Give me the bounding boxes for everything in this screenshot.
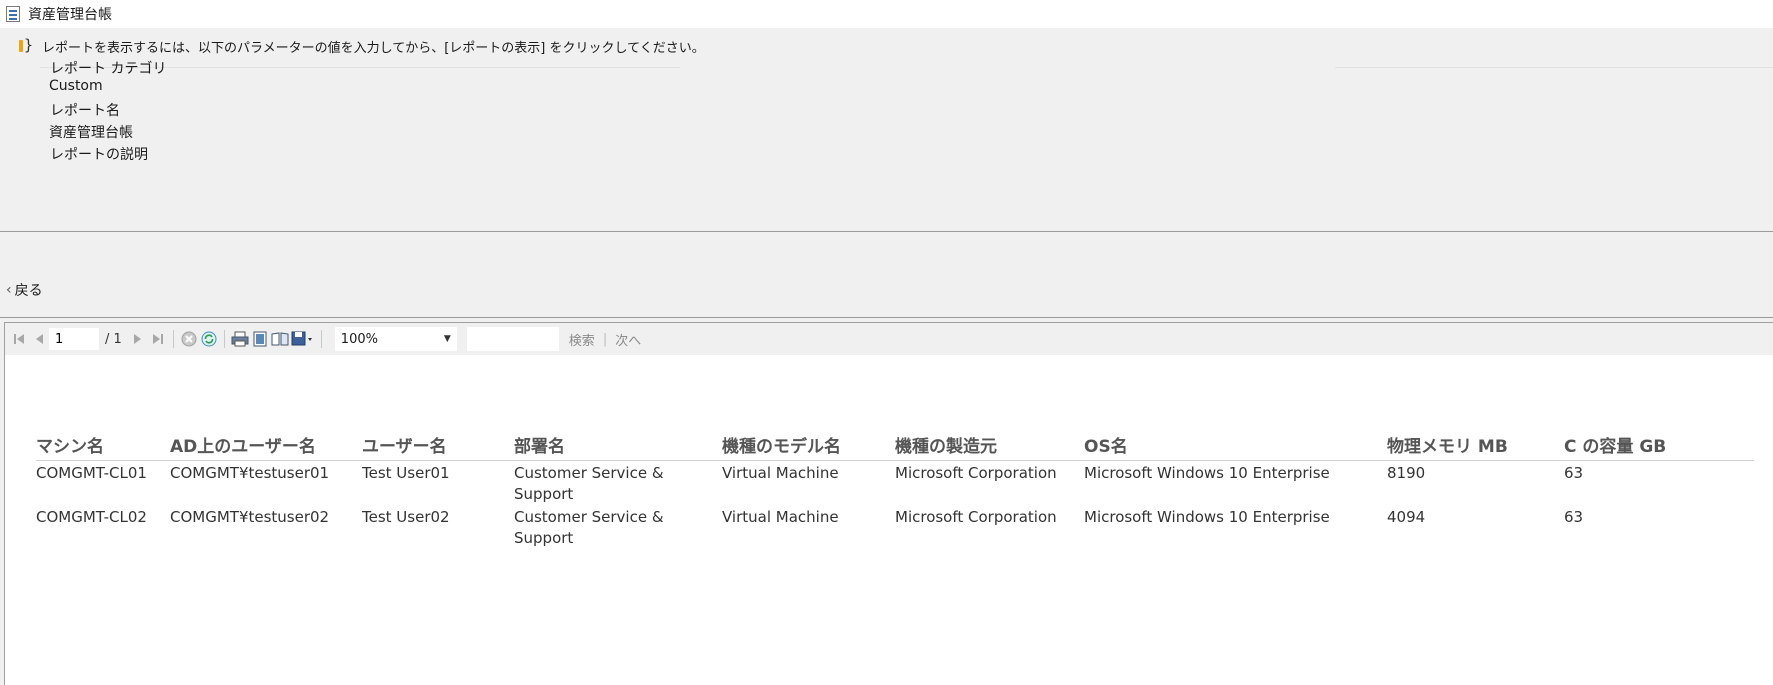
export-icon[interactable]	[290, 328, 316, 350]
column-header: C の容量 GB	[1564, 431, 1754, 461]
chevron-left-icon: ‹	[6, 282, 12, 298]
table-cell: Virtual Machine	[722, 508, 839, 526]
table-cell: Microsoft Corporation	[895, 508, 1057, 526]
window-title: 資産管理台帳	[28, 7, 112, 23]
info-message-row: } レポートを表示するには、以下のパラメーターの値を入力してから、[レポートの表…	[18, 36, 705, 56]
back-button[interactable]: ‹ 戻る	[6, 280, 43, 300]
title-bar: 資産管理台帳	[0, 0, 1773, 28]
toolbar-separator	[320, 330, 322, 348]
table-cell: Microsoft Corporation	[895, 464, 1057, 482]
table-cell: Microsoft Windows 10 Enterprise	[1084, 464, 1330, 482]
table-cell: COMGMT-CL01	[36, 464, 147, 482]
back-label: 戻る	[14, 283, 43, 299]
column-header: AD上のユーザー名	[170, 431, 362, 461]
page-total: / 1	[105, 331, 122, 347]
table-cell: 63	[1564, 508, 1584, 526]
zoom-select[interactable]: 100% ▼	[334, 327, 457, 351]
find-separator: |	[602, 331, 608, 347]
table-cell: Customer Service & Support	[514, 508, 664, 547]
print-icon[interactable]	[230, 328, 250, 350]
info-message: レポートを表示するには、以下のパラメーターの値を入力してから、[レポートの表示]…	[42, 40, 705, 56]
last-page-icon[interactable]	[148, 328, 168, 350]
toolbar-separator	[223, 330, 225, 348]
table-row: COMGMT-CL01 COMGMT¥testuser01 Test User0…	[36, 461, 1754, 506]
report-toolbar: / 1 100% ▼ 検索	[5, 323, 1773, 355]
table-cell: 8190	[1387, 464, 1426, 482]
table-cell: COMGMT¥testuser01	[170, 464, 330, 482]
column-header: 機種のモデル名	[722, 431, 895, 461]
chevron-down-icon: ▼	[443, 334, 451, 344]
refresh-icon[interactable]	[199, 328, 219, 350]
find-next-button[interactable]: 次へ	[615, 330, 641, 349]
column-header: 物理メモリ MB	[1387, 431, 1564, 461]
table-cell: 63	[1564, 464, 1584, 482]
page-setup-icon[interactable]	[270, 328, 290, 350]
asset-table: マシン名 AD上のユーザー名 ユーザー名 部署名 機種のモデル名 機種の製造元 …	[36, 431, 1754, 549]
navigation-bar: ‹ 戻る	[0, 232, 1773, 318]
table-row: COMGMT-CL02 COMGMT¥testuser02 Test User0…	[36, 505, 1754, 549]
report-name-label: レポート名	[50, 103, 120, 119]
zoom-value: 100%	[340, 331, 378, 347]
first-page-icon[interactable]	[9, 328, 29, 350]
table-cell: Virtual Machine	[722, 464, 839, 482]
report-icon	[6, 6, 20, 22]
parameter-panel: } レポートを表示するには、以下のパラメーターの値を入力してから、[レポートの表…	[0, 28, 1773, 232]
table-cell: COMGMT-CL02	[36, 508, 147, 526]
table-header-row: マシン名 AD上のユーザー名 ユーザー名 部署名 機種のモデル名 機種の製造元 …	[36, 431, 1754, 461]
table-cell: 4094	[1387, 508, 1426, 526]
category-label: レポート カテゴリ	[50, 61, 167, 77]
find-button[interactable]: 検索	[569, 330, 595, 349]
table-cell: COMGMT¥testuser02	[170, 508, 330, 526]
table-cell: Test User02	[362, 508, 450, 526]
column-header: OS名	[1084, 431, 1387, 461]
divider	[1335, 67, 1773, 68]
column-header: マシン名	[36, 431, 170, 461]
column-header: ユーザー名	[362, 431, 514, 461]
category-value: Custom	[49, 78, 103, 94]
prev-page-icon[interactable]	[29, 328, 49, 350]
column-header: 機種の製造元	[895, 431, 1084, 461]
search-input[interactable]	[466, 327, 559, 351]
column-header: 部署名	[514, 431, 722, 461]
report-viewer: / 1 100% ▼ 検索	[4, 322, 1773, 685]
print-layout-icon[interactable]	[250, 328, 270, 350]
table-cell: Test User01	[362, 464, 450, 482]
stop-icon[interactable]	[179, 328, 199, 350]
table-cell: Customer Service & Support	[514, 464, 664, 503]
next-page-icon[interactable]	[128, 328, 148, 350]
table-cell: Microsoft Windows 10 Enterprise	[1084, 508, 1330, 526]
report-name-value: 資産管理台帳	[49, 125, 133, 141]
page-number-input[interactable]	[49, 328, 99, 350]
info-icon: }	[18, 36, 33, 55]
toolbar-separator	[172, 330, 174, 348]
report-description-label: レポートの説明	[50, 147, 148, 163]
